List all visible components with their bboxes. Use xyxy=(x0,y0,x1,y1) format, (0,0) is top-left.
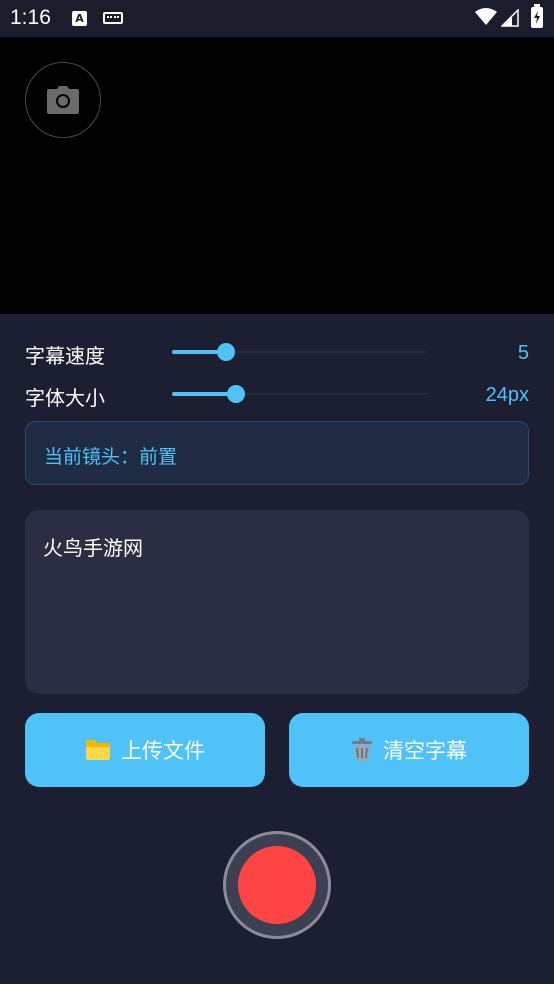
wifi-icon xyxy=(475,8,497,25)
battery-charging-icon xyxy=(531,4,543,28)
record-icon xyxy=(238,846,316,924)
speed-label: 字幕速度 xyxy=(25,344,105,368)
clear-subtitle-label: 清空字幕 xyxy=(383,739,467,763)
status-bar: 1:16 A xyxy=(0,0,554,37)
upload-file-label: 上传文件 xyxy=(121,739,205,763)
font-size-label: 字体大小 xyxy=(25,386,105,410)
keyboard-icon xyxy=(103,12,123,24)
folder-icon xyxy=(86,740,110,760)
subtitle-input[interactable]: 火鸟手游网 xyxy=(25,510,529,694)
signal-icon xyxy=(501,9,519,27)
a-notification-icon: A xyxy=(72,11,87,26)
status-time: 1:16 xyxy=(10,6,51,29)
speed-value: 5 xyxy=(517,342,529,364)
upload-file-button[interactable]: 上传文件 xyxy=(25,713,265,787)
font-size-slider-thumb[interactable] xyxy=(227,385,245,403)
trash-icon xyxy=(352,738,372,761)
camera-icon xyxy=(47,86,79,114)
record-button[interactable] xyxy=(223,831,331,939)
speed-slider-thumb[interactable] xyxy=(217,343,235,361)
font-size-slider[interactable] xyxy=(172,384,428,404)
camera-switch-button[interactable] xyxy=(25,62,101,138)
subtitle-text: 火鸟手游网 xyxy=(43,536,143,560)
lens-status-text: 当前镜头：前置 xyxy=(44,446,178,468)
lens-status-box: 当前镜头：前置 xyxy=(25,421,529,485)
font-size-value: 24px xyxy=(485,384,529,406)
clear-subtitle-button[interactable]: 清空字幕 xyxy=(289,713,529,787)
speed-slider[interactable] xyxy=(172,342,428,362)
